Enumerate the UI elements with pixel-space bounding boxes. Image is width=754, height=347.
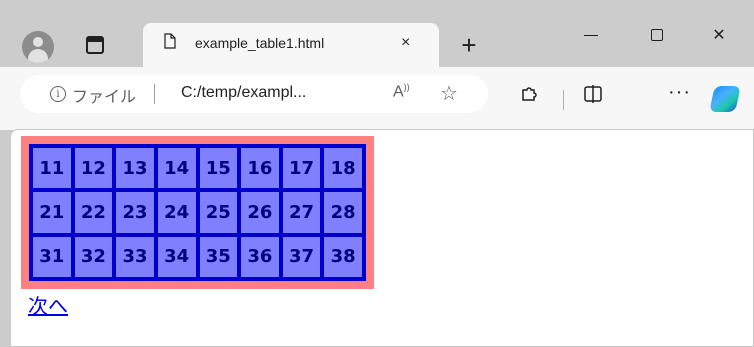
table-cell: 23: [115, 191, 155, 234]
url-text[interactable]: C:/temp/exampl...: [181, 84, 306, 102]
table-cell: 12: [73, 147, 114, 190]
next-link[interactable]: 次へ: [28, 290, 68, 319]
minimize-button[interactable]: [571, 20, 611, 50]
table-cell: 34: [156, 235, 197, 278]
table-cell: 37: [281, 235, 322, 278]
table-cell: 24: [156, 191, 197, 234]
new-tab-button[interactable]: +: [455, 30, 483, 60]
close-window-button[interactable]: ✕: [699, 20, 739, 50]
profile-avatar[interactable]: [22, 31, 54, 63]
table-cell: 14: [156, 147, 197, 190]
table-cell: 35: [198, 235, 239, 278]
table-row: 31 32 33 34 35 36 37 38: [32, 235, 363, 278]
divider: [154, 84, 155, 104]
table-cell: 13: [115, 147, 155, 190]
read-aloud-icon[interactable]: A)): [393, 82, 410, 101]
browser-toolbar: i ファイル C:/temp/exampl... A)) ☆ ···: [0, 67, 754, 130]
table-cell: 16: [240, 147, 280, 190]
more-options-icon[interactable]: ···: [668, 81, 691, 104]
table-cell: 18: [323, 147, 363, 190]
favorite-star-icon[interactable]: ☆: [440, 81, 458, 106]
table-cell: 25: [198, 191, 239, 234]
table-cell: 11: [32, 147, 72, 190]
minimize-icon: [584, 34, 598, 36]
table-cell: 17: [281, 147, 322, 190]
site-info-label[interactable]: ファイル: [72, 83, 136, 107]
number-table: 11 12 13 14 15 16 17 18 21 22 23 24 25 26 27 28 31 32 33 34…: [29, 144, 366, 281]
split-screen-icon[interactable]: [583, 84, 603, 104]
table-cell: 22: [73, 191, 114, 234]
address-bar[interactable]: i ファイル C:/temp/exampl... A)) ☆: [20, 75, 488, 113]
maximize-button[interactable]: [637, 20, 677, 50]
tab-title: example_table1.html: [195, 35, 325, 51]
title-bar: example_table1.html × + ✕: [0, 0, 754, 67]
table-cell: 27: [281, 191, 322, 234]
tab-close-button[interactable]: ×: [401, 34, 410, 52]
table-cell: 33: [115, 235, 155, 278]
maximize-icon: [651, 29, 663, 41]
table-cell: 32: [73, 235, 114, 278]
table-container: 11 12 13 14 15 16 17 18 21 22 23 24 25 26 27 28 31 32 33 34…: [21, 136, 374, 289]
table-cell: 31: [32, 235, 72, 278]
table-cell: 26: [240, 191, 280, 234]
table-row: 21 22 23 24 25 26 27 28: [32, 191, 363, 234]
table-cell: 15: [198, 147, 239, 190]
table-cell: 36: [240, 235, 280, 278]
page-icon: [164, 33, 176, 49]
toolbar-divider: [563, 90, 564, 110]
tab-actions-icon[interactable]: [86, 36, 104, 54]
page-content: 11 12 13 14 15 16 17 18 21 22 23 24 25 26 27 28 31 32 33 34…: [10, 129, 754, 347]
extensions-icon[interactable]: [519, 84, 539, 104]
tab-active[interactable]: example_table1.html ×: [143, 23, 439, 67]
table-cell: 21: [32, 191, 72, 234]
table-row: 11 12 13 14 15 16 17 18: [32, 147, 363, 190]
table-body: 11 12 13 14 15 16 17 18 21 22 23 24 25 26 27 28 31 32 33 34…: [32, 147, 363, 278]
info-icon[interactable]: i: [50, 86, 66, 102]
table-cell: 38: [323, 235, 363, 278]
copilot-icon[interactable]: [709, 86, 741, 112]
table-cell: 28: [323, 191, 363, 234]
